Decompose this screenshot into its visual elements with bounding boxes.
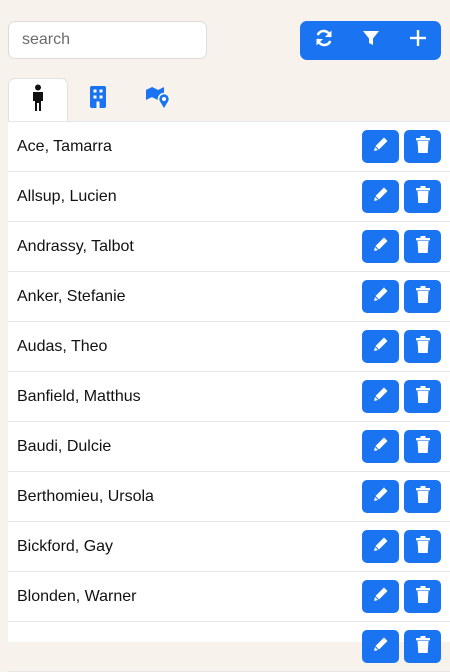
person-name: Ace, Tamarra (17, 137, 112, 155)
row-actions (362, 630, 441, 663)
person-name: Banfield, Matthus (17, 387, 141, 405)
pencil-icon (373, 486, 389, 507)
list-item: Blonden, Warner (8, 572, 450, 622)
edit-button[interactable] (362, 480, 399, 513)
refresh-icon (314, 28, 334, 53)
row-actions (362, 330, 441, 363)
trash-icon (415, 385, 430, 408)
person-name: Bickford, Gay (17, 537, 114, 555)
list-item: Baudi, Dulcie (8, 422, 450, 472)
trash-icon (415, 285, 430, 308)
row-actions (362, 180, 441, 213)
search-input[interactable] (8, 21, 207, 59)
delete-button[interactable] (404, 330, 441, 363)
pencil-icon (373, 586, 389, 607)
row-actions (362, 580, 441, 613)
top-toolbar (0, 0, 450, 76)
person-name: Berthomieu, Ursola (17, 487, 154, 505)
people-list: Ace, Tamarra Allsup, Lucien Andrassy, Ta… (8, 121, 450, 672)
delete-button[interactable] (404, 480, 441, 513)
list-item: Banfield, Matthus (8, 372, 450, 422)
map-location-icon (145, 85, 171, 114)
edit-button[interactable] (362, 130, 399, 163)
edit-button[interactable] (362, 380, 399, 413)
pencil-icon (373, 286, 389, 307)
filter-button[interactable] (347, 21, 394, 60)
action-button-group (300, 21, 441, 60)
pencil-icon (373, 436, 389, 457)
trash-icon (415, 585, 430, 608)
plus-icon (409, 29, 427, 52)
edit-button[interactable] (362, 530, 399, 563)
person-name: Blonden, Warner (17, 587, 137, 605)
edit-button[interactable] (362, 330, 399, 363)
delete-button[interactable] (404, 580, 441, 613)
trash-icon (415, 635, 430, 658)
row-actions (362, 280, 441, 313)
pencil-icon (373, 136, 389, 157)
person-name: Allsup, Lucien (17, 187, 117, 205)
building-icon (90, 86, 106, 113)
edit-button[interactable] (362, 630, 399, 663)
trash-icon (415, 135, 430, 158)
tab-people[interactable] (8, 78, 68, 122)
trash-icon (415, 335, 430, 358)
trash-icon (415, 235, 430, 258)
trash-icon (415, 485, 430, 508)
add-button[interactable] (394, 21, 441, 60)
list-item: Andrassy, Talbot (8, 222, 450, 272)
person-name: Anker, Stefanie (17, 287, 126, 305)
list-item: Allsup, Lucien (8, 172, 450, 222)
row-actions (362, 230, 441, 263)
delete-button[interactable] (404, 530, 441, 563)
edit-button[interactable] (362, 280, 399, 313)
list-item: Anker, Stefanie (8, 272, 450, 322)
tab-locations[interactable] (128, 78, 188, 121)
edit-button[interactable] (362, 430, 399, 463)
pencil-icon (373, 186, 389, 207)
pencil-icon (373, 636, 389, 657)
filter-icon (362, 29, 380, 52)
delete-button[interactable] (404, 430, 441, 463)
list-item: Bickford, Gay (8, 522, 450, 572)
edit-button[interactable] (362, 230, 399, 263)
person-name: Baudi, Dulcie (17, 437, 112, 455)
delete-button[interactable] (404, 130, 441, 163)
delete-button[interactable] (404, 230, 441, 263)
row-actions (362, 380, 441, 413)
tab-organizations[interactable] (68, 78, 128, 121)
list-item: Ace, Tamarra (8, 122, 450, 172)
edit-button[interactable] (362, 580, 399, 613)
pencil-icon (373, 386, 389, 407)
list-item: Berthomieu, Ursola (8, 472, 450, 522)
list-item: Audas, Theo (8, 322, 450, 372)
trash-icon (415, 535, 430, 558)
row-actions (362, 530, 441, 563)
pencil-icon (373, 236, 389, 257)
pencil-icon (373, 536, 389, 557)
row-actions (362, 480, 441, 513)
row-actions (362, 130, 441, 163)
tab-bar (8, 78, 188, 122)
delete-button[interactable] (404, 630, 441, 663)
delete-button[interactable] (404, 380, 441, 413)
delete-button[interactable] (404, 180, 441, 213)
person-name: Audas, Theo (17, 337, 108, 355)
refresh-button[interactable] (300, 21, 347, 60)
row-actions (362, 430, 441, 463)
pencil-icon (373, 336, 389, 357)
trash-icon (415, 435, 430, 458)
edit-button[interactable] (362, 180, 399, 213)
person-name: Andrassy, Talbot (17, 237, 134, 255)
delete-button[interactable] (404, 280, 441, 313)
trash-icon (415, 185, 430, 208)
person-icon (29, 84, 47, 117)
